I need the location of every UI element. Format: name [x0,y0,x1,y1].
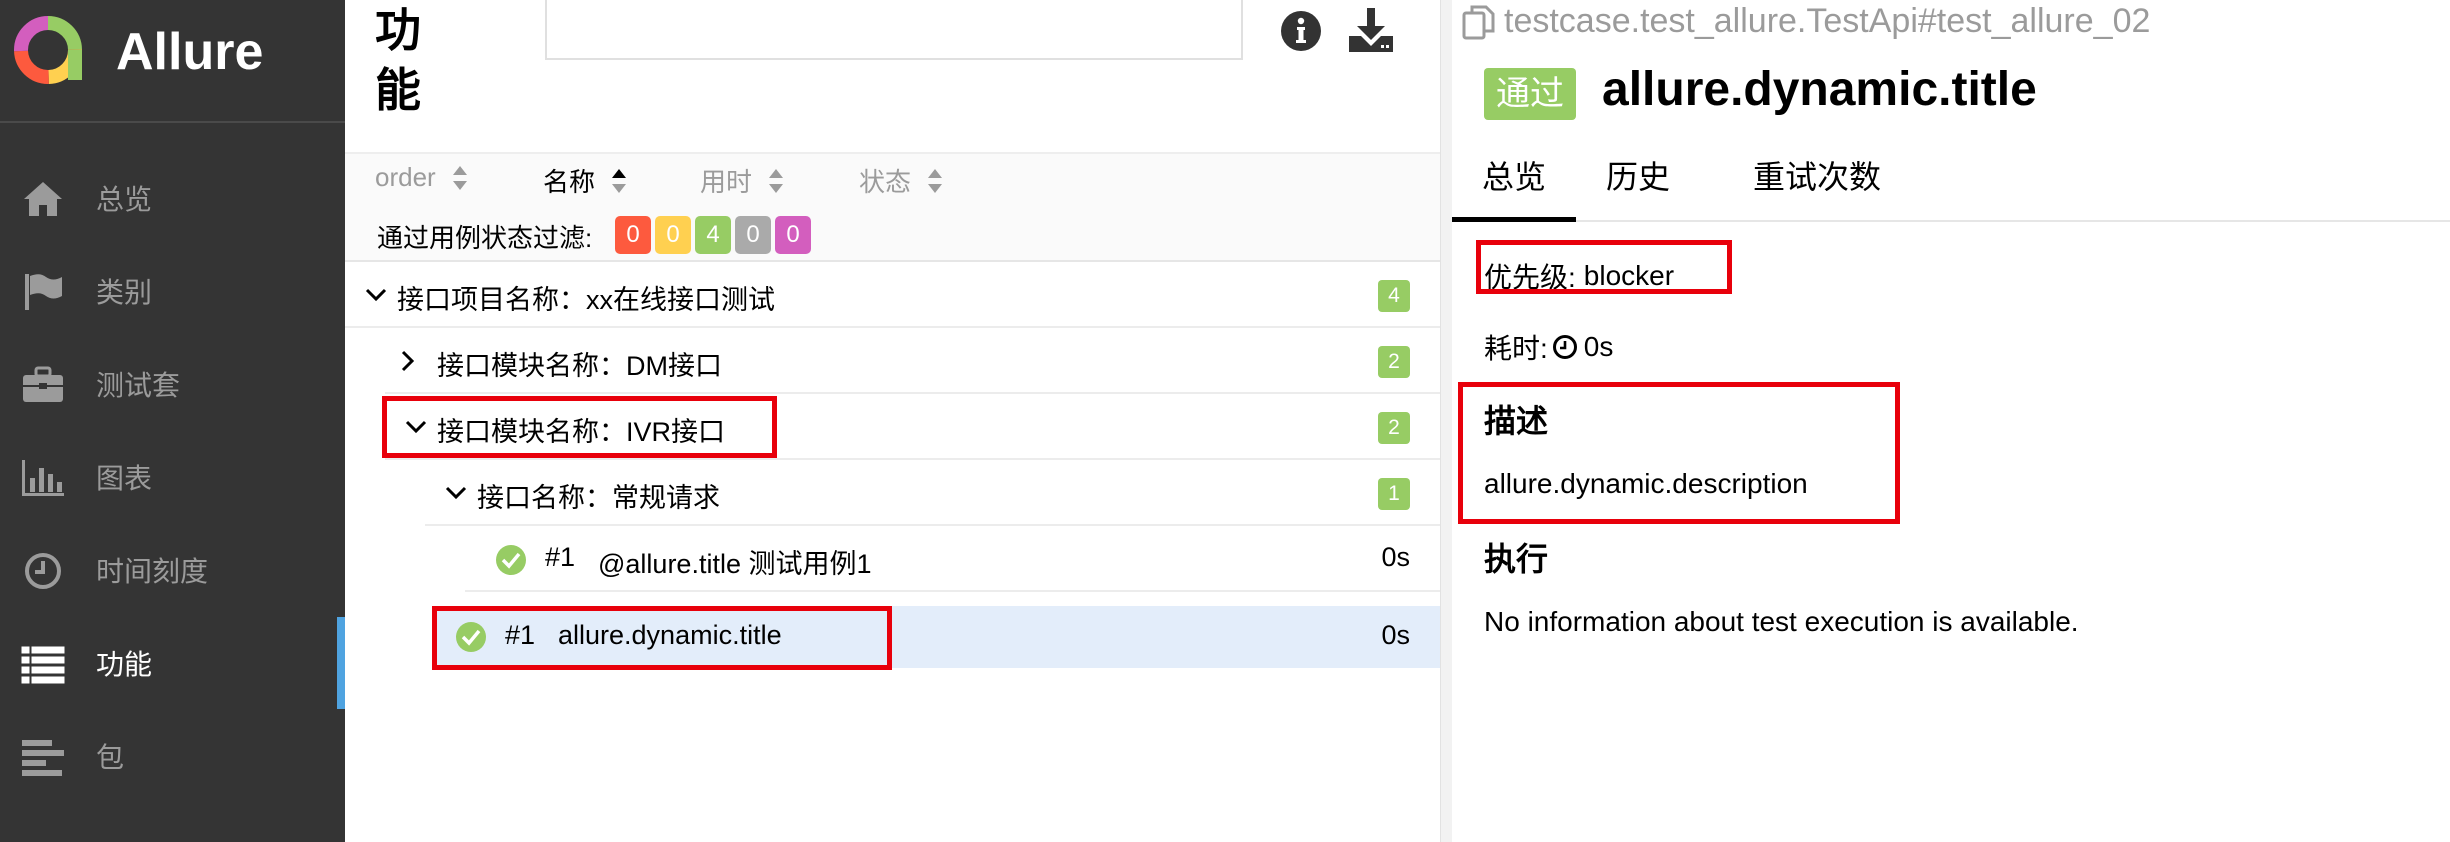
status-filter-label: 通过用例状态过滤: [377,223,593,253]
sort-bar: order 名称 用时 状态 [345,152,1440,204]
duration-value: 0s [1583,331,1614,362]
count-badge: 1 [1378,478,1410,510]
bar-chart-icon [20,455,66,501]
tree-group-label: 接口模块名称：DM接口 [437,351,722,381]
chevron-down-icon [365,288,387,302]
sort-by-duration[interactable]: 用时 [700,162,784,199]
sidebar: Allure 总览 类别 测试套 图表 时间刻度 功能 包 [0,0,345,842]
page-title: 功能 [375,4,421,116]
test-fullname-text: testcase.test_allure.TestApi#test_allure… [1504,2,2151,40]
severity-label: 优先级: [1484,262,1576,293]
status-filter-bar: 通过用例状态过滤: 0 0 4 0 0 [345,204,1440,262]
count-badge: 2 [1378,412,1410,444]
tree-group-module-ivr[interactable]: 接口模块名称：IVR接口 2 [385,394,1440,460]
clock-icon [1552,335,1577,359]
tree-group-label: 接口模块名称：IVR接口 [437,417,726,447]
test-case-name: allure.dynamic.title [558,620,782,650]
tree-group-module-dm[interactable]: 接口模块名称：DM接口 2 [385,328,1440,394]
sort-label: 名称 [543,167,596,197]
filter-chip-skipped[interactable]: 0 [735,216,771,254]
sort-by-name[interactable]: 名称 [543,162,627,199]
sort-by-order[interactable]: order [375,162,468,193]
passed-status-icon [496,545,526,575]
filter-chip-failed[interactable]: 0 [615,216,651,254]
align-left-icon [20,734,66,780]
sort-label: 用时 [700,167,753,197]
filter-chip-broken[interactable]: 0 [655,216,691,254]
info-icon[interactable] [1280,10,1322,52]
sidebar-item-categories[interactable]: 类别 [0,245,345,337]
tree-group-interface[interactable]: 接口名称：常规请求 1 [425,460,1440,526]
sidebar-item-label: 时间刻度 [96,556,209,587]
sort-icon [452,165,467,190]
passed-status-icon [456,622,486,652]
test-fullname: testcase.test_allure.TestApi#test_allure… [1462,2,2150,41]
test-case-row-selected[interactable]: #1 allure.dynamic.title 0s [435,606,1440,668]
chevron-down-icon [445,486,467,500]
test-case-name: @allure.title 测试用例1 [598,549,872,579]
duration-field: 耗时: 0s [1484,327,1613,367]
detail-tabs: 总览 历史 重试次数 [1452,150,2450,222]
severity-field: 优先级: blocker [1484,256,1674,296]
test-case-duration: 0s [1381,542,1410,572]
sidebar-item-label: 测试套 [96,370,181,401]
tree-group-project[interactable]: 接口项目名称：xx在线接口测试 4 [345,262,1440,328]
tab-retries[interactable]: 重试次数 [1722,150,1912,222]
execution-heading: 执行 [1484,541,1549,577]
sidebar-item-label: 总览 [96,184,153,215]
test-title: allure.dynamic.title [1602,63,2037,116]
sidebar-item-label: 类别 [96,277,153,308]
brand-name: Allure [116,23,264,81]
test-case-order: #1 [505,620,536,650]
tab-history[interactable]: 历史 [1576,150,1700,222]
chevron-down-icon [405,420,427,434]
copy-icon[interactable] [1462,4,1496,40]
count-badge: 2 [1378,346,1410,378]
brand[interactable]: Allure [0,0,345,123]
briefcase-icon [20,362,66,408]
download-icon[interactable] [1347,6,1395,54]
severity-value: blocker [1583,260,1675,291]
tree-group-label: 接口项目名称：xx在线接口测试 [397,285,775,315]
filter-chip-unknown[interactable]: 0 [775,216,811,254]
sort-icon [769,168,784,193]
count-badge: 4 [1378,280,1410,312]
test-case-duration: 0s [1381,620,1410,650]
clock-icon [20,548,66,594]
sidebar-item-suites[interactable]: 测试套 [0,338,345,430]
behaviors-pane: 功能 order 名称 用时 状态 通过用例状态过滤: 0 0 4 0 0 接口… [345,0,1440,842]
tree-group-label: 接口名称：常规请求 [477,483,720,513]
sidebar-item-overview[interactable]: 总览 [0,152,345,244]
test-case-order: #1 [545,542,576,572]
sidebar-item-timeline[interactable]: 时间刻度 [0,524,345,616]
test-case-row[interactable]: #1 @allure.title 测试用例1 0s [465,526,1440,592]
sidebar-item-graphs[interactable]: 图表 [0,431,345,523]
sidebar-item-label: 图表 [96,463,153,494]
chevron-right-icon [401,350,415,372]
sort-asc-icon [612,168,627,193]
sort-icon [928,168,943,193]
sort-by-status[interactable]: 状态 [859,162,943,199]
sidebar-item-label: 功能 [96,649,153,680]
sort-label: 状态 [859,167,912,197]
home-icon [20,176,66,222]
pane-divider[interactable] [1440,0,1452,842]
tab-overview[interactable]: 总览 [1452,150,1576,222]
execution-text: No information about test execution is a… [1484,606,2079,637]
description-text: allure.dynamic.description [1484,468,1808,499]
sidebar-item-behaviors[interactable]: 功能 [0,617,345,709]
sidebar-item-packages[interactable]: 包 [0,710,345,802]
search-input[interactable] [545,0,1243,60]
test-detail-pane: testcase.test_allure.TestApi#test_allure… [1452,0,2450,842]
sidebar-item-label: 包 [96,742,125,773]
filter-chip-passed[interactable]: 4 [695,216,731,254]
sort-label: order [375,162,436,192]
description-heading: 描述 [1484,403,1549,439]
list-icon [20,641,66,687]
status-badge: 通过 [1484,68,1576,120]
duration-label: 耗时: [1484,333,1548,364]
allure-logo-icon [14,16,82,84]
flag-icon [20,269,66,315]
